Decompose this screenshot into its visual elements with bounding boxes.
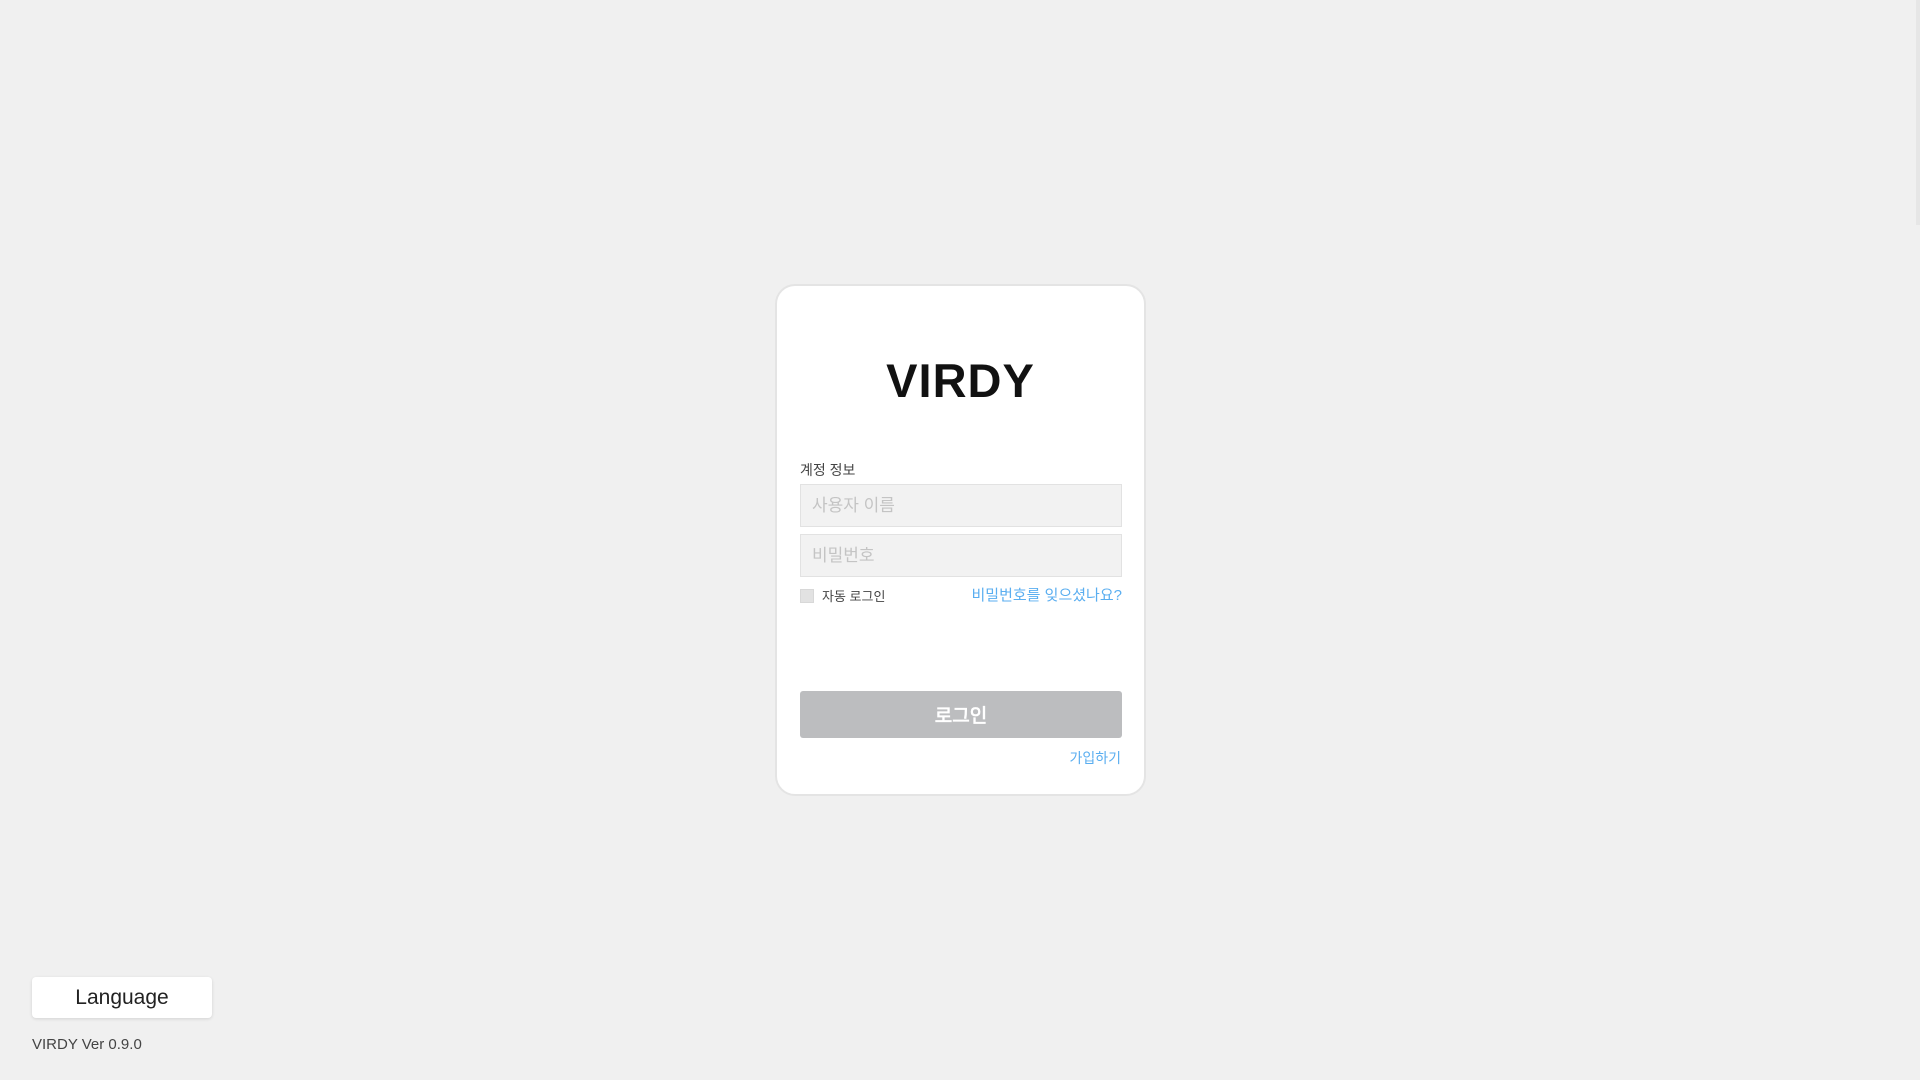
- account-info-label: 계정 정보: [800, 462, 856, 478]
- version-text: VIRDY Ver 0.9.0: [32, 1036, 142, 1053]
- forgot-password-link[interactable]: 비밀번호를 잊으셨나요?: [971, 584, 1122, 605]
- auto-login-label: 자동 로그인: [822, 589, 886, 604]
- signup-link[interactable]: 가입하기: [1069, 748, 1121, 768]
- login-page: VIRDY 계정 정보 자동 로그인 비밀번호를 잊으셨나요? 로그인 가입하기…: [0, 0, 1920, 1080]
- username-input[interactable]: [800, 484, 1122, 527]
- login-options-row: 자동 로그인 비밀번호를 잊으셨나요?: [800, 584, 1122, 604]
- login-card: VIRDY 계정 정보 자동 로그인 비밀번호를 잊으셨나요? 로그인 가입하기: [775, 284, 1146, 796]
- scrollbar[interactable]: [1916, 0, 1920, 225]
- language-button[interactable]: Language: [32, 977, 212, 1018]
- auto-login-toggle[interactable]: 자동 로그인: [800, 586, 885, 605]
- password-input[interactable]: [800, 534, 1122, 577]
- login-button[interactable]: 로그인: [800, 691, 1122, 738]
- app-logo: VIRDY: [886, 354, 1035, 407]
- auto-login-checkbox[interactable]: [800, 588, 814, 603]
